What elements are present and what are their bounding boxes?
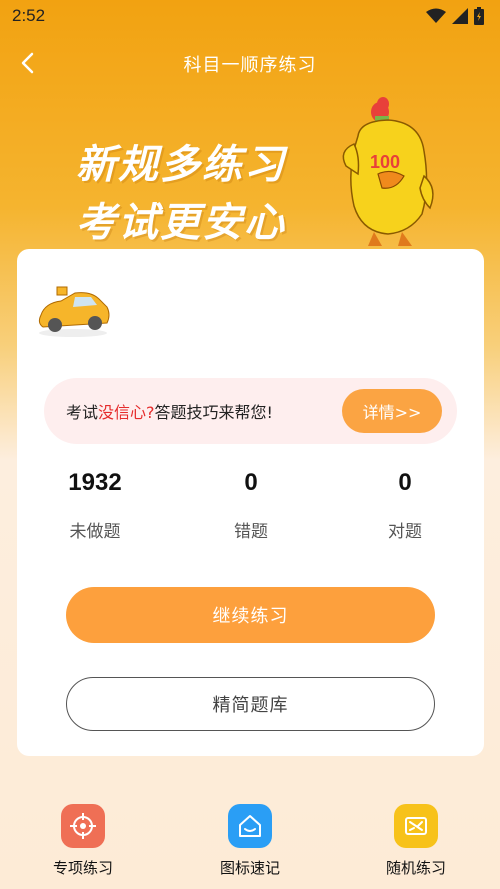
home-smile-icon [228, 804, 272, 848]
bottom-nav: 专项练习 图标速记 随机练习 [0, 800, 500, 889]
stat-correct-label: 对题 [388, 522, 422, 542]
target-icon [61, 804, 105, 848]
stat-correct-value: 0 [398, 469, 412, 496]
nav-item-special-practice[interactable]: 专项练习 [23, 804, 143, 878]
battery-icon [474, 7, 484, 25]
wifi-icon [426, 8, 446, 23]
tip-banner: 考试没信心?答题技巧来帮您! 详情>> [44, 378, 457, 444]
nav-bar: 科目一顺序练习 [0, 40, 500, 86]
nav-label-icon-memo: 图标速记 [219, 859, 280, 877]
tip-prefix: 考试 [66, 403, 99, 422]
stat-wrong[interactable]: 0 错题 [181, 469, 321, 542]
car-illustration [38, 286, 110, 337]
status-icons [426, 7, 484, 25]
mascot-badge-text: 100 [370, 152, 400, 172]
nav-label-random-practice: 随机练习 [385, 859, 446, 877]
status-time: 2:52 [12, 6, 46, 25]
question-bank-button[interactable]: 精简题库 [66, 677, 435, 731]
nav-item-random-practice[interactable]: 随机练习 [356, 804, 476, 878]
nav-label-special-practice: 专项练习 [52, 859, 113, 877]
stat-undone-label: 未做题 [69, 522, 121, 542]
stat-correct: 0 对题 [335, 469, 475, 542]
status-bar: 2:52 [0, 0, 500, 34]
stat-undone: 1932 未做题 [25, 469, 165, 542]
continue-practice-button[interactable]: 继续练习 [66, 587, 435, 643]
practice-card: 考试没信心?答题技巧来帮您! 详情>> 1932 未做题 0 错题 0 对题 继… [17, 249, 484, 756]
hero-slogan-line1: 新规多练习 [76, 142, 286, 188]
page-title: 科目一顺序练习 [183, 55, 317, 76]
tip-suffix: 答题技巧来帮您! [154, 403, 273, 422]
stat-wrong-label: 错题 [234, 522, 268, 542]
stat-undone-value: 1932 [68, 469, 122, 496]
nav-item-icon-memo[interactable]: 图标速记 [190, 804, 310, 878]
tip-text: 考试没信心?答题技巧来帮您! [66, 399, 273, 423]
mascot-chick-illustration: 100 [342, 97, 434, 246]
shuffle-icon [394, 804, 438, 848]
stat-wrong-value: 0 [244, 469, 258, 496]
tip-highlight: 没信心? [98, 403, 155, 422]
hero-slogan-line2: 考试更安心 [76, 200, 286, 246]
signal-icon [452, 8, 468, 24]
details-button[interactable]: 详情>> [342, 389, 442, 433]
